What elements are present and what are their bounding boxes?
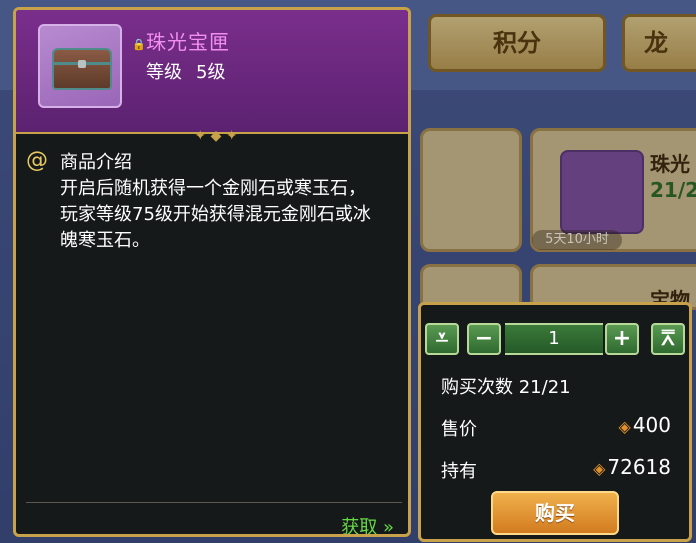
price-value-row: ◈ 400 xyxy=(619,413,672,437)
increase-button[interactable]: + xyxy=(605,323,639,355)
item-header: 🔒 珠光宝匣 等级 5级 xyxy=(16,10,408,134)
own-label: 持有 xyxy=(441,461,477,482)
price-value: 400 xyxy=(632,413,671,437)
level-label: 等级 xyxy=(146,62,182,83)
swirl-icon: @ xyxy=(26,148,48,173)
own-value-row: ◈ 72618 xyxy=(593,455,671,479)
quantity-field[interactable]: 1 xyxy=(505,323,603,355)
treasure-chest-icon xyxy=(52,48,112,90)
item-icon-frame: 🔒 xyxy=(38,24,146,108)
decrease-button[interactable]: − xyxy=(467,323,501,355)
double-up-icon: ⩞ xyxy=(661,326,675,351)
currency-icon: ◈ xyxy=(593,459,606,478)
buy-times-value: 21/21 xyxy=(518,377,571,398)
description-title: 商品介绍 xyxy=(60,152,132,173)
buy-times-row: 购买次数 21/21 xyxy=(441,373,571,399)
own-value: 72618 xyxy=(607,455,671,479)
ornament-divider: ✦ ◆ ✦ xyxy=(194,128,238,144)
description-text: 开启后随机获得一个金刚石或寒玉石，玩家等级75级开始获得混元金刚石或冰魄寒玉石。 xyxy=(60,178,371,251)
price-label: 售价 xyxy=(441,419,477,440)
purchase-panel: ⩡ − 1 + ⩞ 购买次数 21/21 售价 ◈ 400 持有 ◈ 72618 购… xyxy=(418,302,692,542)
item-detail-panel: 🔒 珠光宝匣 等级 5级 ✦ ◆ ✦ @ 商品介绍 开启后随机获得一个金刚石或寒玉… xyxy=(13,7,411,537)
lock-icon: 🔒 xyxy=(132,38,146,51)
divider xyxy=(26,502,402,503)
min-quantity-button[interactable]: ⩡ xyxy=(425,323,459,355)
buy-button[interactable]: 购买 xyxy=(491,491,619,535)
max-quantity-button[interactable]: ⩞ xyxy=(651,323,685,355)
currency-icon: ◈ xyxy=(618,417,631,436)
level-value: 5级 xyxy=(196,62,226,83)
buy-times-label: 购买次数 xyxy=(441,377,513,398)
obtain-link[interactable]: 获取 » xyxy=(341,513,394,534)
double-down-icon: ⩡ xyxy=(435,326,449,351)
item-level: 等级 5级 xyxy=(146,58,239,84)
item-name: 珠光宝匣 xyxy=(146,30,230,54)
